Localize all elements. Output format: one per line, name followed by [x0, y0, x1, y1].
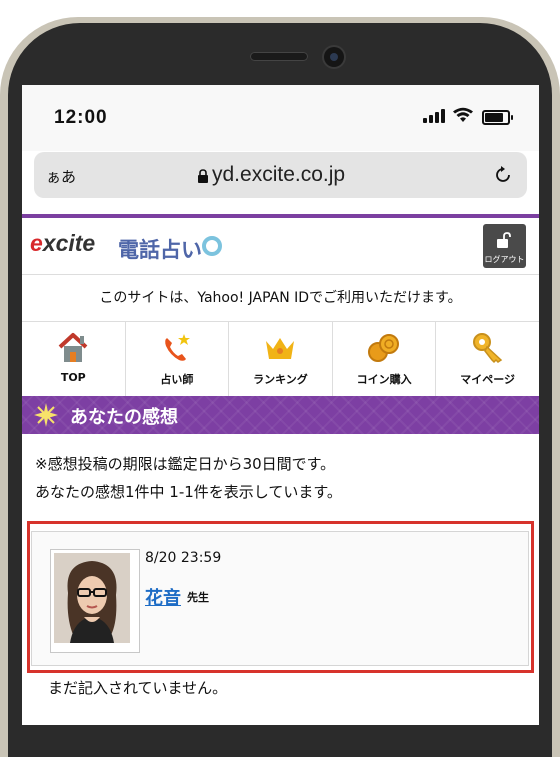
battery-icon: [482, 110, 513, 125]
nav-item-my-page[interactable]: マイページ: [436, 322, 539, 396]
review-card: 8/20 23:59 花音 先生: [31, 531, 529, 666]
front-camera: [324, 47, 344, 67]
nav-label: 占い師: [160, 373, 194, 386]
text-size-button[interactable]: ぁあ: [46, 166, 76, 187]
honorific-label: 先生: [187, 591, 209, 604]
padlock-open-icon: [497, 232, 511, 248]
fortune-teller-photo: [54, 553, 130, 643]
logo-swirl-icon: [202, 236, 222, 256]
fortune-teller-name-link[interactable]: 花音: [145, 584, 181, 610]
key-icon: [472, 333, 502, 364]
earpiece-speaker: [250, 52, 308, 61]
nav-label: TOP: [60, 371, 86, 384]
nav-item-fortune-tellers[interactable]: 占い師: [126, 322, 230, 396]
nav-item-ranking[interactable]: ランキング: [229, 322, 333, 396]
status-bar: 12:00: [22, 85, 539, 151]
review-info: ※感想投稿の期限は鑑定日から30日間です。 あなたの感想1件中 1-1件を表示し…: [35, 450, 342, 506]
phone-screen: 12:00 ぁあ yd.excite.co.jp eexcitexcite 電話…: [22, 85, 539, 725]
section-title: あなたの感想: [70, 407, 178, 428]
logo-subtitle: 電話占い: [118, 238, 202, 262]
nav-label: コイン購入: [356, 373, 412, 386]
review-comment: まだ記入されていません。: [48, 679, 228, 697]
address-bar[interactable]: ぁあ yd.excite.co.jp: [34, 152, 527, 198]
yahoo-id-notice: このサイトは、Yahoo! JAPAN IDでご利用いただけます。: [22, 275, 539, 322]
site-header: eexcitexcite 電話占い ログアウト: [22, 218, 539, 275]
nav-item-buy-coins[interactable]: コイン購入: [333, 322, 437, 396]
reload-icon[interactable]: [492, 164, 514, 186]
coins-icon: [368, 334, 400, 362]
home-icon: [58, 333, 88, 362]
nav-item-top[interactable]: TOP: [22, 322, 126, 396]
status-time: 12:00: [54, 107, 108, 128]
phone-star-icon: [165, 334, 190, 361]
crown-icon: [266, 338, 295, 359]
review-deadline-note: ※感想投稿の期限は鑑定日から30日間です。: [35, 455, 336, 473]
avatar[interactable]: [50, 549, 140, 653]
nav-label: マイページ: [460, 373, 516, 386]
nav-label: ランキング: [253, 373, 308, 386]
sparkle-icon: [34, 403, 58, 427]
signal-icon: [423, 109, 445, 123]
review-date: 8/20 23:59: [145, 550, 222, 566]
review-count-text: あなたの感想1件中 1-1件を表示しています。: [35, 483, 342, 501]
lock-icon: [198, 169, 208, 183]
logout-button[interactable]: ログアウト: [483, 224, 526, 268]
excite-logo[interactable]: eexcitexcite: [30, 230, 95, 257]
logout-label: ログアウト: [484, 255, 525, 264]
wifi-icon: [453, 107, 473, 122]
url-text[interactable]: yd.excite.co.jp: [212, 163, 345, 187]
section-header: あなたの感想: [22, 396, 539, 434]
main-nav: TOP 占い師 ランキング コイン購入 マイページ: [22, 322, 539, 397]
